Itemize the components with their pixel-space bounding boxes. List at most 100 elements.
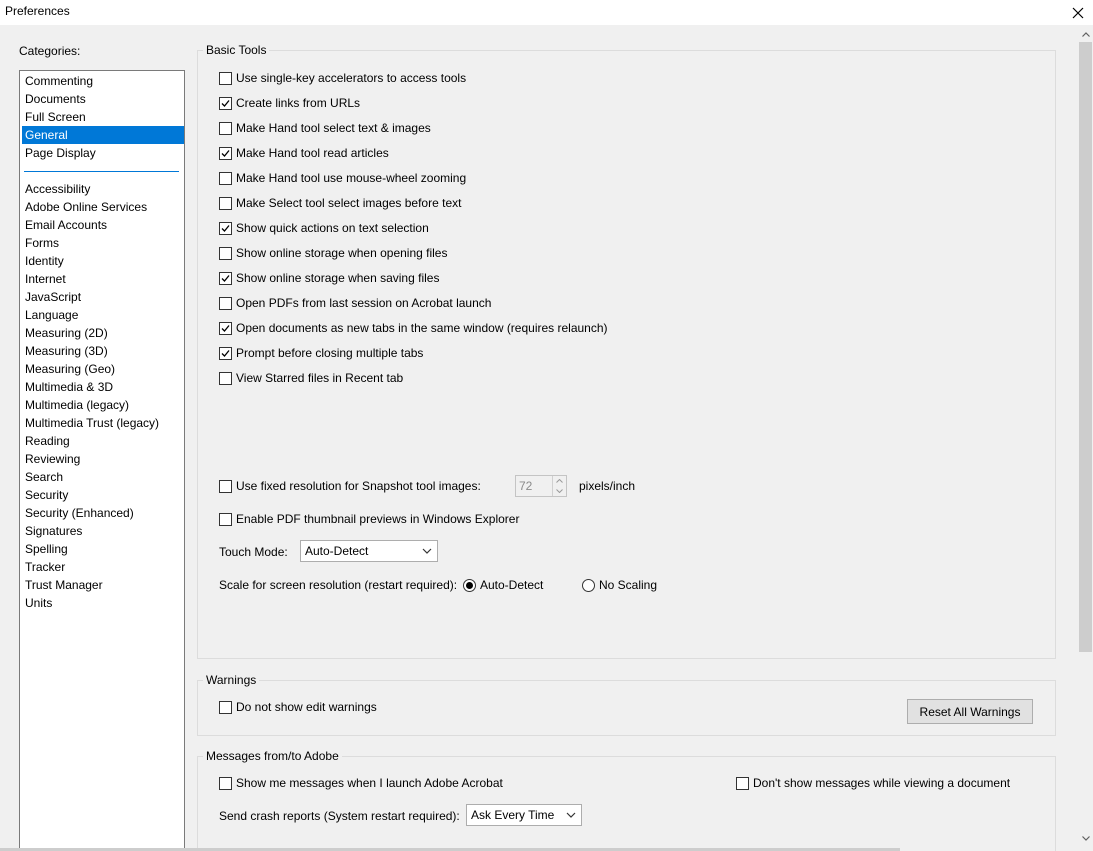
radio-button[interactable] [463,578,476,592]
category-units[interactable]: Units [22,594,184,612]
category-reading[interactable]: Reading [22,432,184,450]
option-snapshot-resolution[interactable]: Use fixed resolution for Snapshot tool i… [219,478,481,494]
chevron-down-icon [1081,836,1090,841]
stepper-down-button[interactable] [553,486,566,496]
scale-option-no-scaling[interactable]: No Scaling [582,577,657,593]
checkbox[interactable] [219,271,232,285]
category-javascript[interactable]: JavaScript [22,288,184,306]
option-starred-files[interactable]: View Starred files in Recent tab [219,370,403,386]
radio-label: No Scaling [599,578,658,592]
chevron-down-icon [422,548,432,554]
checkbox[interactable] [219,196,232,210]
category-commenting[interactable]: Commenting [22,72,184,90]
category-full-screen[interactable]: Full Screen [22,108,184,126]
checkbox[interactable] [219,221,232,235]
checkbox[interactable] [219,171,232,185]
scroll-down-button[interactable] [1078,831,1093,846]
checkbox[interactable] [219,321,232,335]
close-button[interactable] [1063,0,1093,25]
scale-label: Scale for screen resolution (restart req… [219,578,458,592]
option-hand-read-articles[interactable]: Make Hand tool read articles [219,145,389,161]
category-identity[interactable]: Identity [22,252,184,270]
checkbox[interactable] [736,776,749,790]
checkbox[interactable] [219,121,232,135]
option-open-last-session[interactable]: Open PDFs from last session on Acrobat l… [219,295,491,311]
dropdown-arrow [417,541,437,561]
checkbox[interactable] [219,479,232,493]
option-label: Use single-key accelerators to access to… [236,71,467,85]
scroll-up-button[interactable] [1078,27,1093,42]
stepper-buttons [552,476,566,496]
checkmark-icon [221,274,230,282]
scrollbar-thumb[interactable] [1079,42,1092,652]
scale-option-auto-detect[interactable]: Auto-Detect [463,577,543,593]
reset-all-warnings-button[interactable]: Reset All Warnings [907,699,1033,724]
checkbox[interactable] [219,371,232,385]
basic-tools-label: Basic Tools [203,43,270,57]
category-search[interactable]: Search [22,468,184,486]
category-signatures[interactable]: Signatures [22,522,184,540]
option-dont-show-messages[interactable]: Don't show messages while viewing a docu… [736,775,1010,791]
category-internet[interactable]: Internet [22,270,184,288]
category-general[interactable]: General [22,126,184,144]
checkbox[interactable] [219,146,232,160]
vertical-scrollbar[interactable] [1078,25,1093,851]
touch-mode-select[interactable]: Auto-Detect [300,540,438,562]
category-multimedia-legacy[interactable]: Multimedia (legacy) [22,396,184,414]
option-new-tabs[interactable]: Open documents as new tabs in the same w… [219,320,608,336]
stepper-up-button[interactable] [553,476,566,486]
checkbox[interactable] [219,512,232,526]
checkbox[interactable] [219,296,232,310]
checkbox[interactable] [219,246,232,260]
checkbox[interactable] [219,700,232,714]
checkbox[interactable] [219,346,232,360]
option-prompt-closing-tabs[interactable]: Prompt before closing multiple tabs [219,345,423,361]
category-documents[interactable]: Documents [22,90,184,108]
crash-reports-select[interactable]: Ask Every Time [466,804,582,826]
option-thumbnail-previews[interactable]: Enable PDF thumbnail previews in Windows… [219,511,519,527]
category-language[interactable]: Language [22,306,184,324]
categories-list[interactable]: Commenting Documents Full Screen General… [19,70,185,851]
option-storage-saving[interactable]: Show online storage when saving files [219,270,439,286]
category-forms[interactable]: Forms [22,234,184,252]
category-spelling[interactable]: Spelling [22,540,184,558]
category-reviewing[interactable]: Reviewing [22,450,184,468]
category-measuring-geo[interactable]: Measuring (Geo) [22,360,184,378]
category-adobe-online-services[interactable]: Adobe Online Services [22,198,184,216]
option-storage-opening[interactable]: Show online storage when opening files [219,245,447,261]
option-launch-messages[interactable]: Show me messages when I launch Adobe Acr… [219,775,503,791]
category-measuring-2d[interactable]: Measuring (2D) [22,324,184,342]
category-tracker[interactable]: Tracker [22,558,184,576]
snapshot-unit-label: pixels/inch [579,479,636,493]
option-hand-select-text[interactable]: Make Hand tool select text & images [219,120,431,136]
category-trust-manager[interactable]: Trust Manager [22,576,184,594]
stepper-value: 72 [519,479,533,493]
snapshot-resolution-stepper[interactable]: 72 [515,475,567,497]
option-single-key-accelerators[interactable]: Use single-key accelerators to access to… [219,70,466,86]
category-measuring-3d[interactable]: Measuring (3D) [22,342,184,360]
option-label: View Starred files in Recent tab [236,371,404,385]
touch-mode-label: Touch Mode: [219,545,288,559]
category-email-accounts[interactable]: Email Accounts [22,216,184,234]
radio-button[interactable] [582,578,595,592]
messages-group [197,756,1056,851]
option-label: Make Hand tool select text & images [236,121,431,135]
option-edit-warnings[interactable]: Do not show edit warnings [219,699,377,715]
checkbox[interactable] [219,71,232,85]
category-security-enhanced[interactable]: Security (Enhanced) [22,504,184,522]
category-multimedia-trust-legacy[interactable]: Multimedia Trust (legacy) [22,414,184,432]
chevron-up-icon [556,479,563,483]
option-label: Create links from URLs [236,96,361,110]
chevron-down-icon [556,489,563,493]
option-create-links[interactable]: Create links from URLs [219,95,360,111]
category-security[interactable]: Security [22,486,184,504]
checkbox[interactable] [219,96,232,110]
option-quick-actions[interactable]: Show quick actions on text selection [219,220,429,236]
category-page-display[interactable]: Page Display [22,144,184,162]
option-hand-wheel-zoom[interactable]: Make Hand tool use mouse-wheel zooming [219,170,466,186]
radio-label: Auto-Detect [480,578,544,592]
checkbox[interactable] [219,776,232,790]
option-select-images-first[interactable]: Make Select tool select images before te… [219,195,461,211]
category-multimedia-3d[interactable]: Multimedia & 3D [22,378,184,396]
category-accessibility[interactable]: Accessibility [22,180,184,198]
